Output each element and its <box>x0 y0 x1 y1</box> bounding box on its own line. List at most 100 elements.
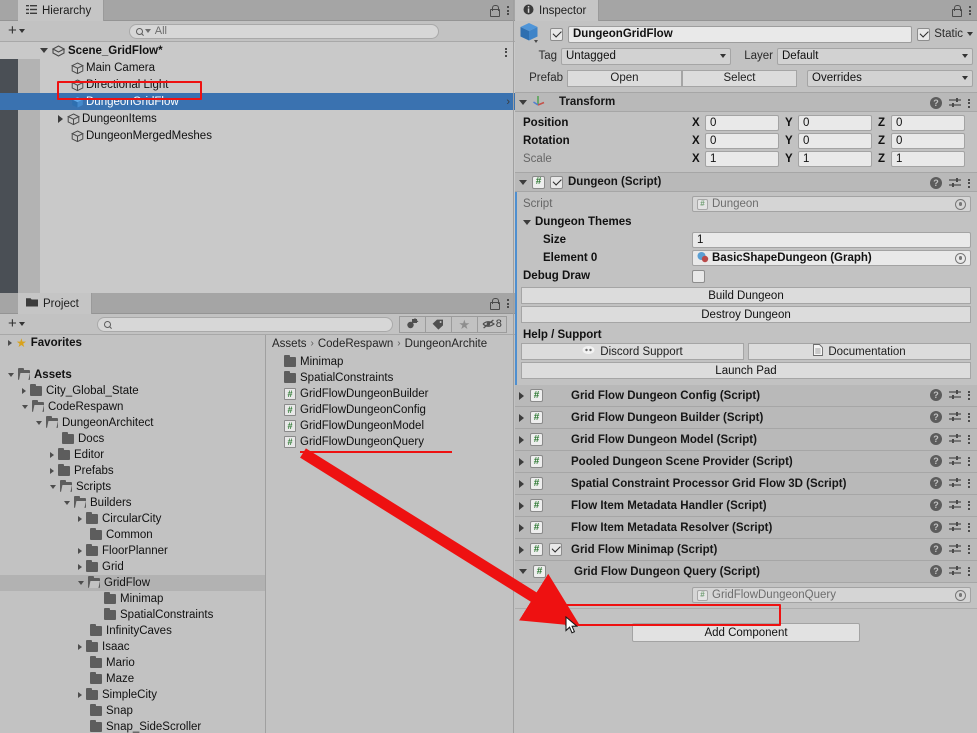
build-dungeon-button[interactable]: Build Dungeon <box>521 287 971 304</box>
project-tree-item[interactable]: Maze <box>0 671 265 687</box>
hierarchy-row[interactable]: Main Camera <box>0 59 515 76</box>
chevron-down-icon[interactable] <box>519 99 527 105</box>
object-picker-icon[interactable] <box>955 198 966 210</box>
static-checkbox[interactable] <box>917 27 931 41</box>
component-header[interactable]: # Pooled Dungeon Scene Provider (Script)? <box>515 451 977 473</box>
chevron-down-icon[interactable] <box>22 405 28 409</box>
component-menu-icon[interactable] <box>968 543 972 555</box>
project-tree-item[interactable]: Prefabs <box>0 463 265 479</box>
project-tree-item[interactable]: Scripts <box>0 479 265 495</box>
preset-icon[interactable] <box>949 411 961 423</box>
chevron-down-icon[interactable] <box>967 32 973 36</box>
hierarchy-row[interactable]: DungeonGridFlow › <box>0 93 515 110</box>
hierarchy-create-button[interactable]: + <box>4 23 29 38</box>
chevron-down-icon[interactable] <box>523 219 531 225</box>
hierarchy-row[interactable]: DungeonItems <box>0 110 515 127</box>
project-folder-tree[interactable]: ★ Favorites Assets City_Global_State CodeRes… <box>0 335 265 733</box>
hierarchy-tree[interactable]: Scene_GridFlow* Main Camera Directional Li… <box>0 42 515 293</box>
transform-scale-x-input[interactable]: 1 <box>705 151 779 167</box>
project-tree-item[interactable]: Editor <box>0 447 265 463</box>
tab-project[interactable]: Project <box>18 293 92 314</box>
help-icon[interactable]: ? <box>930 177 942 189</box>
chevron-down-icon[interactable] <box>40 48 48 53</box>
project-contents-pane[interactable]: Assets › CodeRespawn › DungeonArchite Minima… <box>265 335 515 733</box>
project-tree-item[interactable]: City_Global_State <box>0 383 265 399</box>
project-tree-item[interactable]: InfinityCaves <box>0 623 265 639</box>
project-tree-item[interactable]: GridFlow <box>0 575 265 591</box>
chevron-right-icon[interactable] <box>50 468 54 474</box>
transform-scale-y-input[interactable]: 1 <box>798 151 872 167</box>
dungeon-enabled-checkbox[interactable] <box>550 175 563 189</box>
prefab-overrides-dropdown[interactable]: Overrides <box>807 69 973 87</box>
chevron-right-icon[interactable] <box>519 391 524 400</box>
component-menu-icon[interactable] <box>968 521 972 533</box>
component-menu-icon[interactable] <box>968 455 972 467</box>
component-menu-icon[interactable] <box>968 477 972 489</box>
preset-icon[interactable] <box>949 543 961 555</box>
hierarchy-row[interactable]: Directional Light <box>0 76 515 93</box>
help-icon[interactable]: ? <box>930 433 942 445</box>
help-icon[interactable]: ? <box>930 565 942 577</box>
project-tree-item[interactable]: Grid <box>0 559 265 575</box>
project-tree-item[interactable]: FloorPlanner <box>0 543 265 559</box>
project-tree-item[interactable]: Snap_SideScroller <box>0 719 265 733</box>
chevron-down-icon[interactable] <box>78 581 84 585</box>
query-script-field[interactable]: # GridFlowDungeonQuery <box>692 587 971 603</box>
preset-icon[interactable] <box>949 433 961 445</box>
chevron-right-icon[interactable] <box>519 457 524 466</box>
static-toggle[interactable]: Static <box>917 27 973 41</box>
component-header[interactable]: # Grid Flow Dungeon Config (Script)? <box>515 385 977 407</box>
component-menu-icon[interactable] <box>968 499 972 511</box>
component-menu-icon[interactable] <box>968 565 972 577</box>
project-tree-item[interactable]: SimpleCity <box>0 687 265 703</box>
inspector-menu-icon[interactable] <box>969 5 973 17</box>
gameobject-name-input[interactable]: DungeonGridFlow <box>568 25 913 43</box>
component-menu-icon[interactable] <box>968 411 972 423</box>
component-header[interactable]: # Spatial Constraint Processor Grid Flow … <box>515 473 977 495</box>
preset-icon[interactable] <box>949 389 961 401</box>
project-tree-item[interactable]: CodeRespawn <box>0 399 265 415</box>
chevron-right-icon[interactable] <box>8 340 12 346</box>
project-tree-item[interactable]: Assets <box>0 367 265 383</box>
filter-favorites-star-icon[interactable]: ★ <box>450 315 477 333</box>
dungeon-themes-size-input[interactable]: 1 <box>692 232 971 248</box>
component-enabled-checkbox[interactable] <box>549 543 562 556</box>
dungeon-script-field[interactable]: # Dungeon <box>692 196 971 212</box>
transform-rotation-y-input[interactable]: 0 <box>798 133 872 149</box>
component-header[interactable]: # Grid Flow Minimap (Script)? <box>515 539 977 561</box>
project-asset-item[interactable]: SpatialConstraints <box>266 370 515 386</box>
preset-icon[interactable] <box>949 521 961 533</box>
project-menu-icon[interactable] <box>507 298 511 310</box>
component-header[interactable]: # Flow Item Metadata Resolver (Script)? <box>515 517 977 539</box>
documentation-button[interactable]: Documentation <box>748 343 971 360</box>
chevron-right-icon[interactable] <box>78 692 82 698</box>
dungeon-themes-foldout[interactable]: Dungeon Themes <box>515 213 977 231</box>
chevron-down-icon[interactable] <box>50 485 56 489</box>
chevron-right-icon[interactable] <box>519 435 524 444</box>
project-tree-item[interactable]: Mario <box>0 655 265 671</box>
chevron-right-icon[interactable] <box>78 644 82 650</box>
help-icon[interactable]: ? <box>930 455 942 467</box>
dungeon-themes-element0-field[interactable]: BasicShapeDungeon (Graph) <box>692 250 971 266</box>
component-header[interactable]: # Grid Flow Dungeon Query (Script)? <box>515 561 977 583</box>
chevron-down-icon[interactable] <box>36 421 42 425</box>
breadcrumb[interactable]: Assets › CodeRespawn › DungeonArchite <box>266 335 515 352</box>
project-asset-item[interactable]: # GridFlowDungeonModel <box>266 418 515 434</box>
component-header[interactable]: # Grid Flow Dungeon Model (Script)? <box>515 429 977 451</box>
help-icon[interactable]: ? <box>930 521 942 533</box>
project-tree-item[interactable]: ★ Favorites <box>0 335 265 351</box>
hierarchy-search-input[interactable]: All <box>128 23 439 39</box>
preset-icon[interactable] <box>949 477 961 489</box>
transform-scale-z-input[interactable]: 1 <box>891 151 965 167</box>
chevron-right-icon[interactable] <box>519 413 524 422</box>
chevron-right-icon[interactable]: › <box>506 96 510 108</box>
chevron-right-icon[interactable] <box>78 564 82 570</box>
transform-rotation-z-input[interactable]: 0 <box>891 133 965 149</box>
help-icon[interactable]: ? <box>930 411 942 423</box>
hierarchy-row[interactable]: DungeonMergedMeshes <box>0 127 515 144</box>
project-tree-item[interactable]: Common <box>0 527 265 543</box>
help-icon[interactable]: ? <box>930 499 942 511</box>
preset-icon[interactable] <box>949 177 961 189</box>
project-tree-item[interactable]: Minimap <box>0 591 265 607</box>
dungeon-debug-draw-checkbox[interactable] <box>692 269 705 283</box>
